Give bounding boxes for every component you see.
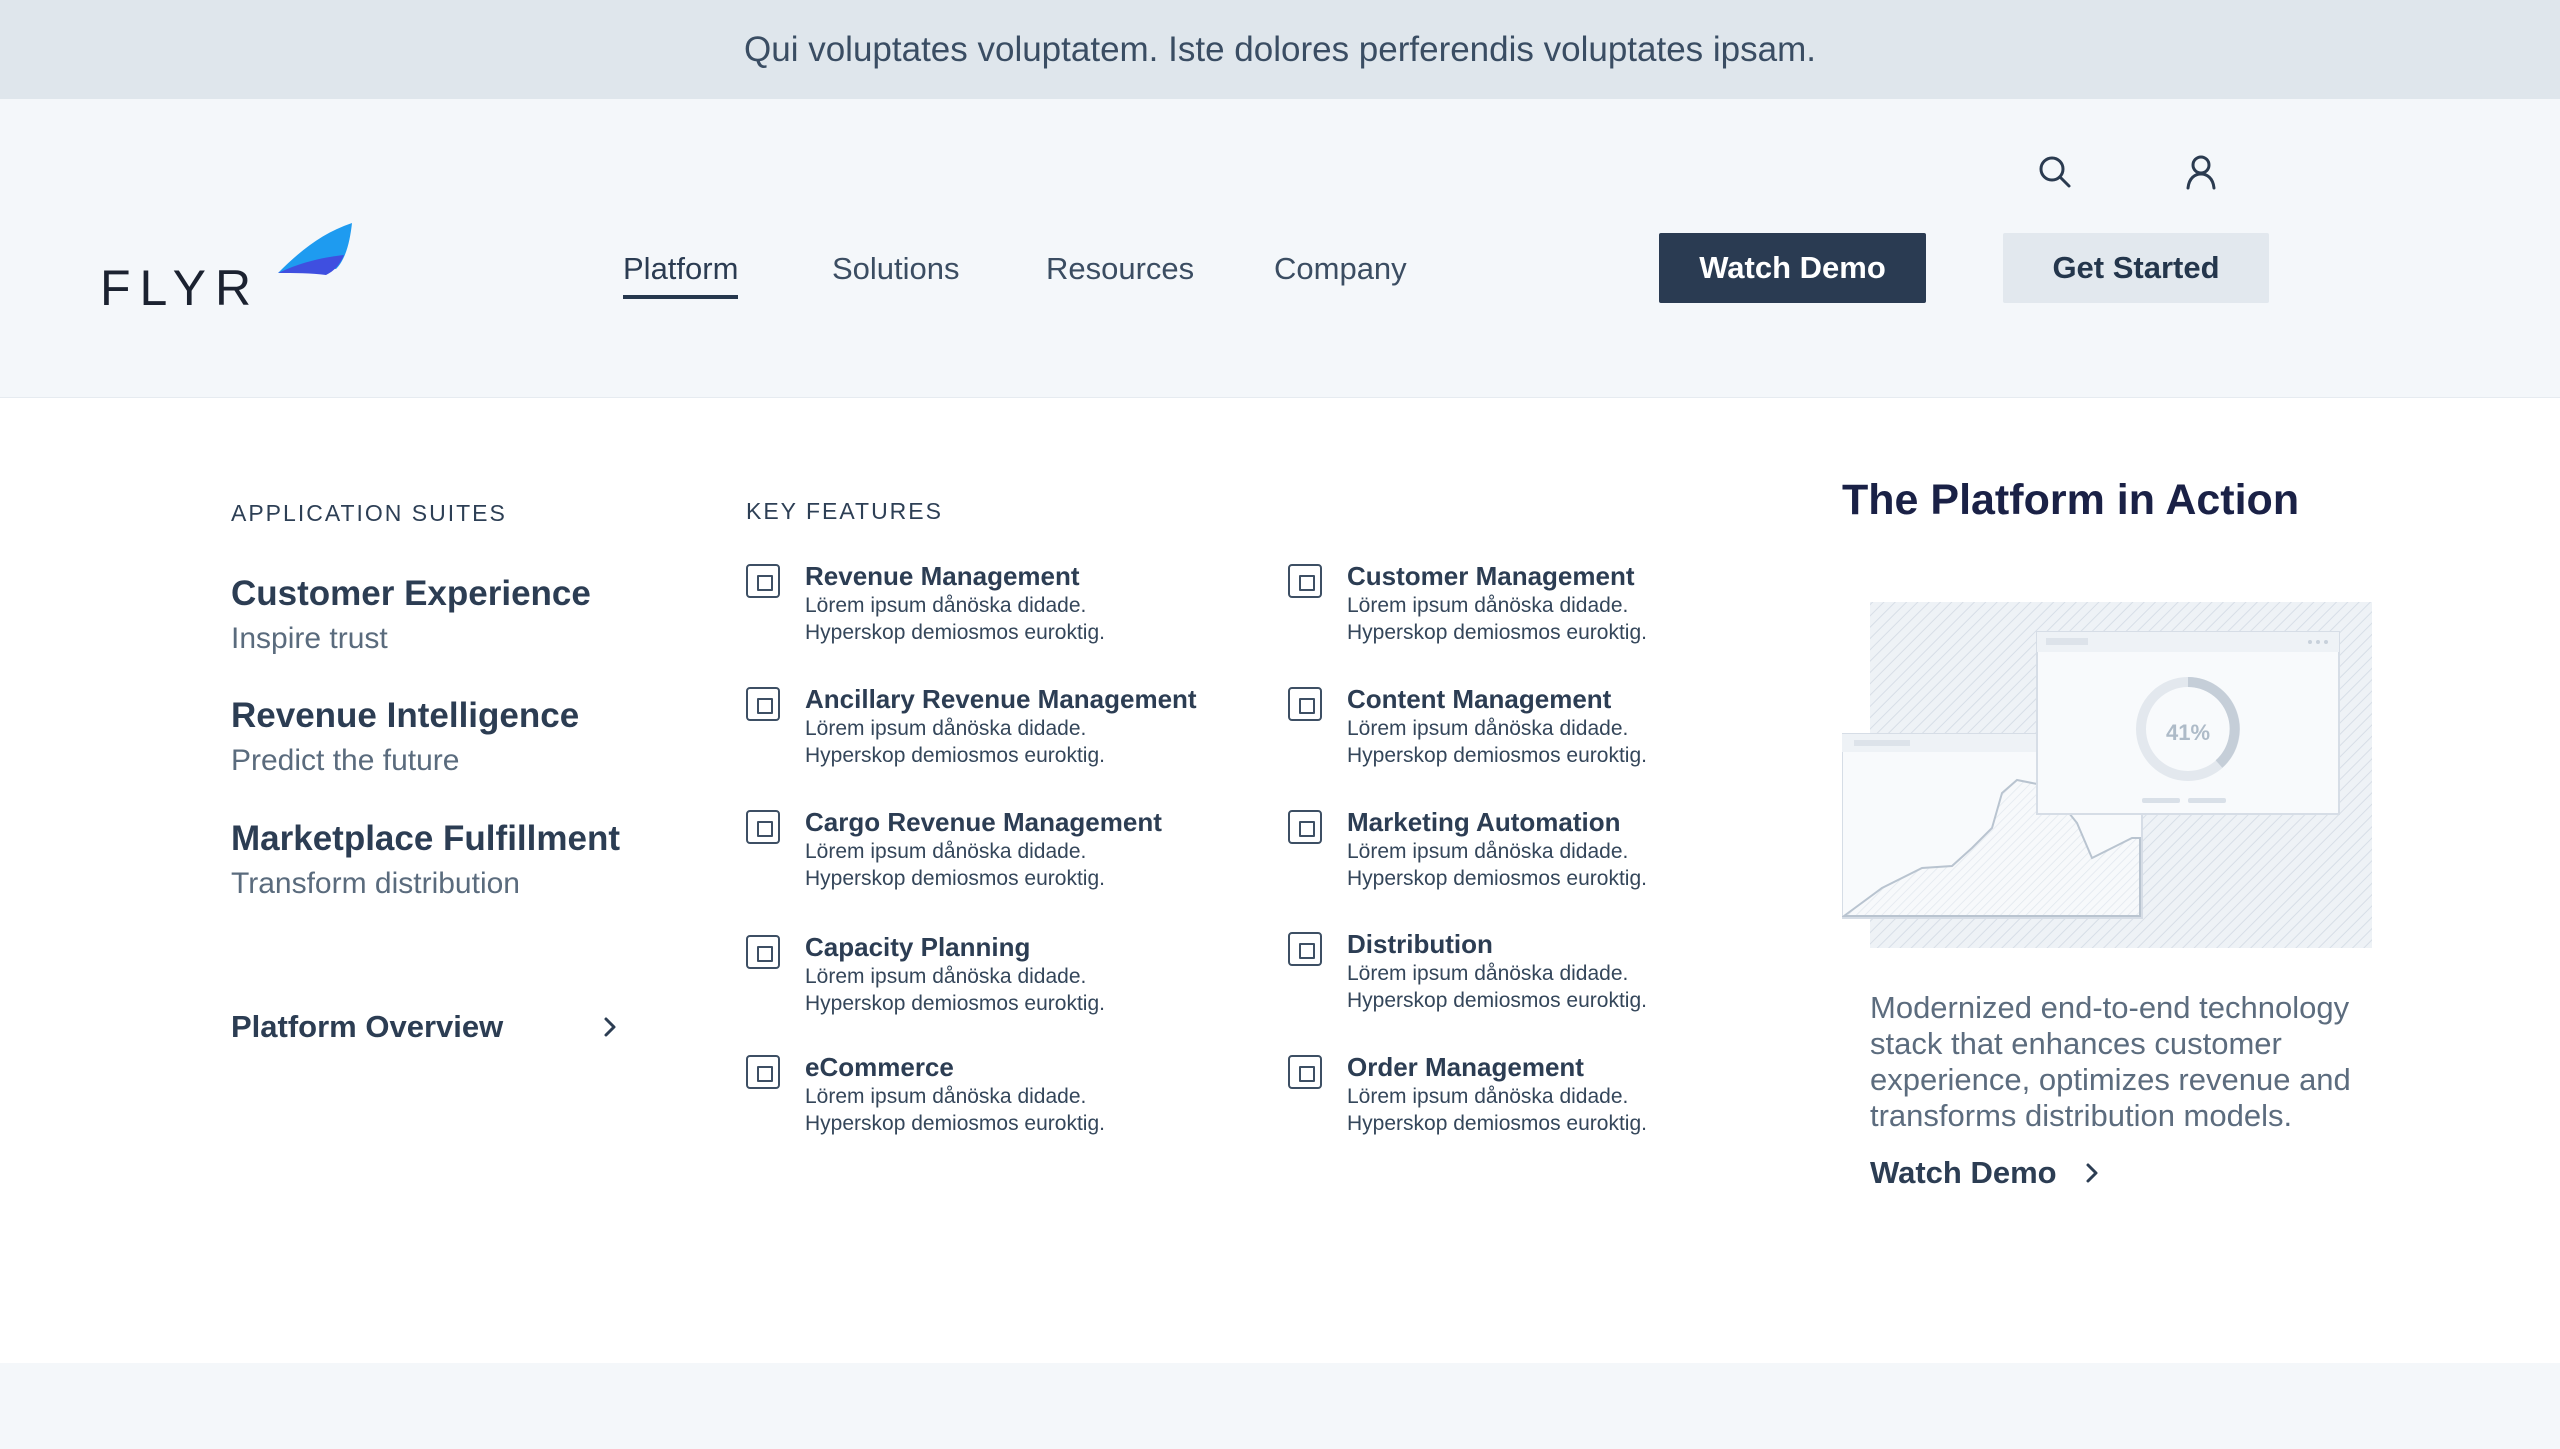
nav-item-resources[interactable]: Resources — [1046, 251, 1194, 295]
chevron-right-icon — [604, 1017, 616, 1037]
platform-overview-label: Platform Overview — [231, 1009, 504, 1044]
nav-item-company[interactable]: Company — [1274, 251, 1407, 295]
application-suites-label: APPLICATION SUITES — [231, 500, 507, 526]
announcement-text: Qui voluptates voluptatem. Iste dolores … — [744, 29, 1816, 69]
feature-title: Content Management — [1347, 684, 1612, 714]
feature-box-icon — [746, 810, 780, 844]
platform-mega-menu: APPLICATION SUITES Customer Experience I… — [0, 398, 2560, 1363]
feature-description: Lörem ipsum dånöska didade. Hyperskop dem… — [1347, 594, 1647, 644]
nav-item-platform[interactable]: Platform — [623, 251, 739, 299]
platform-overview-link[interactable]: Platform Overview — [231, 1009, 621, 1045]
feature-description: Lörem ipsum dånöska didade. Hyperskop dem… — [1347, 1085, 1647, 1135]
announcement-bar: Qui voluptates voluptatem. Iste dolores … — [0, 0, 2560, 99]
suite-subtitle: Predict the future — [231, 744, 460, 777]
suite-title-marketplace-fulfillment[interactable]: Marketplace Fulfillment — [231, 819, 620, 859]
feature-description: Lörem ipsum dånöska didade. Hyperskop dem… — [1347, 840, 1647, 890]
platform-in-action-title: The Platform in Action — [1842, 476, 2300, 524]
key-features-label: KEY FEATURES — [746, 498, 943, 524]
feature-box-icon — [746, 564, 780, 598]
feature-box-icon — [1288, 1055, 1322, 1089]
feature-description: Lörem ipsum dånöska didade. Hyperskop dem… — [805, 594, 1105, 644]
feature-box-icon — [746, 1055, 780, 1089]
feature-title: Distribution — [1347, 929, 1493, 959]
feature-title: Order Management — [1347, 1052, 1584, 1082]
feature-description: Lörem ipsum dånöska didade. Hyperskop dem… — [805, 840, 1105, 890]
feature-title: Ancillary Revenue Management — [805, 684, 1197, 714]
feature-box-icon — [746, 687, 780, 721]
feature-title: eCommerce — [805, 1052, 954, 1082]
suite-subtitle: Transform distribution — [231, 867, 520, 900]
watch-demo-link-label: Watch Demo — [1870, 1155, 2057, 1190]
feature-title: Revenue Management — [805, 561, 1080, 591]
site-header: FLYR Platform Solutions Resources Compan… — [0, 99, 2560, 398]
watch-demo-link[interactable]: Watch Demo — [1870, 1155, 2103, 1191]
user-icon[interactable] — [2180, 151, 2222, 193]
feature-description: Lörem ipsum dånöska didade. Hyperskop dem… — [805, 717, 1105, 767]
feature-box-icon — [1288, 810, 1322, 844]
feature-title: Capacity Planning — [805, 932, 1031, 962]
logo-wordmark: FLYR — [100, 260, 260, 311]
progress-percent-label: 41% — [2166, 720, 2210, 745]
watch-demo-button[interactable]: Watch Demo — [1659, 233, 1926, 303]
get-started-button[interactable]: Get Started — [2003, 233, 2269, 303]
feature-description: Lörem ipsum dånöska didade. Hyperskop dem… — [1347, 962, 1647, 1012]
suite-subtitle: Inspire trust — [231, 622, 388, 655]
suite-title-customer-experience[interactable]: Customer Experience — [231, 574, 591, 614]
feature-title: Marketing Automation — [1347, 807, 1621, 837]
nav-item-solutions[interactable]: Solutions — [832, 251, 960, 295]
feature-title: Customer Management — [1347, 561, 1635, 591]
suite-title-revenue-intelligence[interactable]: Revenue Intelligence — [231, 696, 579, 736]
chevron-right-icon — [2086, 1163, 2098, 1183]
flyr-logo[interactable]: FLYR — [100, 211, 360, 311]
feature-description: Lörem ipsum dånöska didade. Hyperskop dem… — [805, 1085, 1105, 1135]
feature-box-icon — [1288, 564, 1322, 598]
platform-in-action-description: Modernized end-to-end technology stack t… — [1870, 990, 2351, 1133]
feature-box-icon — [1288, 932, 1322, 966]
feature-description: Lörem ipsum dånöska didade. Hyperskop dem… — [805, 965, 1105, 1015]
platform-dashboard-illustration: 41% — [1842, 602, 2372, 948]
feature-description: Lörem ipsum dånöska didade. Hyperskop dem… — [1347, 717, 1647, 767]
search-icon[interactable] — [2034, 151, 2076, 193]
feature-box-icon — [746, 935, 780, 969]
feature-box-icon — [1288, 687, 1322, 721]
feature-title: Cargo Revenue Management — [805, 807, 1162, 837]
